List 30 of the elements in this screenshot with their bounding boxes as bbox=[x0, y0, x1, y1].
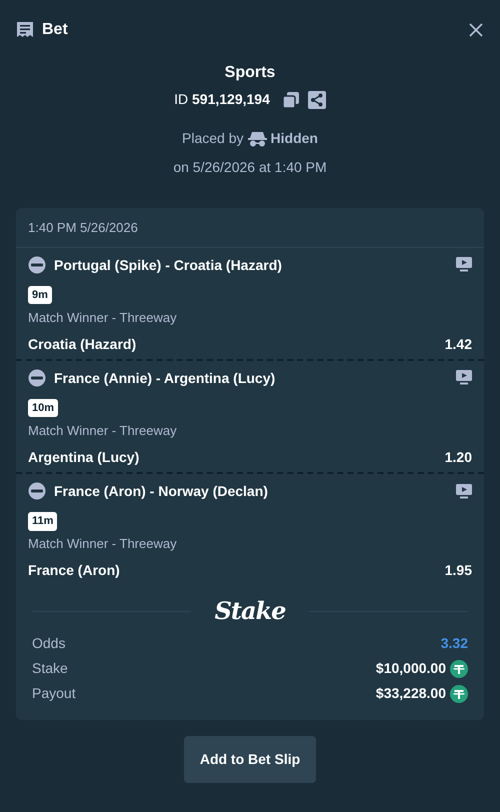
total-odds: 3.32 bbox=[440, 634, 468, 654]
match-time-badge: 10m bbox=[28, 398, 58, 418]
leg-odds: 1.20 bbox=[444, 448, 472, 466]
match-time-badge: 9m bbox=[28, 286, 52, 304]
selection-name: Croatia (Hazard) bbox=[28, 334, 136, 353]
selection-name: France (Aron) bbox=[28, 561, 120, 580]
total-label: Stake bbox=[32, 659, 68, 678]
event-name: France (Aron) - Norway (Declan) bbox=[54, 482, 268, 500]
placed-date: on 5/26/2026 at 1:40 PM bbox=[173, 158, 327, 177]
leg-odds: 1.95 bbox=[444, 561, 472, 580]
event-name: Portugal (Spike) - Croatia (Hazard) bbox=[54, 256, 282, 274]
selection-name: Argentina (Lucy) bbox=[28, 448, 140, 466]
bet-timestamp: 1:40 PM 5/26/2026 bbox=[16, 208, 484, 248]
market-name: Match Winner - Threeway bbox=[28, 310, 178, 327]
market-name: Match Winner - Threeway bbox=[28, 536, 178, 554]
dialog-title: Bet bbox=[42, 20, 68, 40]
total-label: Payout bbox=[32, 684, 76, 704]
total-label: Odds bbox=[32, 634, 66, 654]
event-name: France (Annie) - Argentina (Lucy) bbox=[54, 368, 276, 387]
add-to-bet-slip-button[interactable]: Add to Bet Slip bbox=[184, 736, 316, 784]
match-time-badge: 11m bbox=[28, 512, 58, 531]
placed-by-label: Placed by bbox=[182, 129, 244, 148]
amount-value: $10,000.00 bbox=[376, 659, 446, 678]
market-name: Match Winner - Threeway bbox=[28, 422, 178, 440]
bet-id: ID 591,129,194 bbox=[174, 90, 270, 109]
brand-logo: Stake bbox=[214, 595, 286, 628]
placed-by-user: Hidden bbox=[270, 129, 318, 148]
amount-value: $33,228.00 bbox=[376, 684, 446, 704]
leg-odds: 1.42 bbox=[444, 334, 472, 353]
bet-category: Sports bbox=[224, 63, 276, 83]
